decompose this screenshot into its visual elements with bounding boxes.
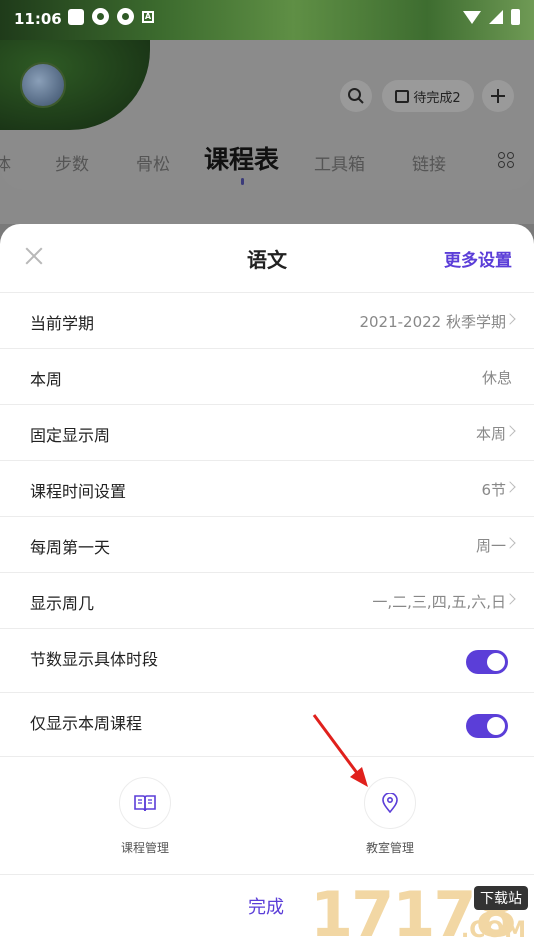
- system-icons: [463, 9, 520, 25]
- battery-icon: [511, 9, 520, 25]
- signal-icon: [489, 10, 503, 24]
- chevron-right-icon: [504, 593, 516, 605]
- add-button[interactable]: [482, 80, 514, 112]
- row-label: 当前学期: [30, 314, 95, 333]
- tab-body[interactable]: 体: [0, 150, 11, 175]
- course-manage-button[interactable]: 课程管理: [85, 777, 205, 856]
- row-label: 节数显示具体时段: [30, 650, 159, 669]
- tab-steps[interactable]: 步数: [55, 150, 89, 175]
- row-current-term[interactable]: 当前学期 2021-2022 秋季学期: [0, 292, 534, 348]
- chevron-right-icon: [504, 537, 516, 549]
- row-value: 6节: [481, 481, 506, 499]
- tab-bar: 体 步数 骨松 课程表 工具箱 链接: [0, 138, 534, 185]
- notification-icons: A: [68, 8, 154, 25]
- row-value: 周一: [475, 537, 506, 555]
- chevron-right-icon: [504, 313, 516, 325]
- tab-bone[interactable]: 骨松: [136, 150, 170, 175]
- row-value: 2021-2022 秋季学期: [359, 313, 506, 331]
- todo-label: 待完成2: [413, 90, 461, 106]
- action-label: 课程管理: [120, 841, 169, 855]
- row-value: 一,二,三,四,五,六,日: [372, 593, 506, 611]
- row-fixed-week[interactable]: 固定显示周 本周: [0, 404, 534, 460]
- tab-grid-icon[interactable]: [498, 152, 514, 168]
- more-settings-link[interactable]: 更多设置: [444, 246, 512, 271]
- row-only-this-week: 仅显示本周课程: [0, 692, 534, 756]
- chevron-right-icon: [504, 481, 516, 493]
- action-bar: 课程管理 教室管理: [0, 756, 534, 874]
- watermark-suffix: .COM: [460, 918, 526, 943]
- plus-icon: [491, 89, 505, 103]
- row-show-days[interactable]: 显示周几 一,二,三,四,五,六,日: [0, 572, 534, 628]
- tab-links[interactable]: 链接: [412, 150, 446, 175]
- calendar-check-icon: [395, 89, 410, 103]
- row-value: 本周: [475, 425, 506, 443]
- keyboard-indicator-icon: A: [142, 10, 154, 23]
- avatar[interactable]: [20, 62, 66, 108]
- search-button[interactable]: [340, 80, 372, 112]
- settings-sheet: 语文 更多设置 当前学期 2021-2022 秋季学期 本周 休息 固定显示周 …: [0, 224, 534, 950]
- notification-aperture-icon-2: [117, 8, 134, 25]
- row-label: 本周: [30, 370, 63, 389]
- row-this-week: 本周 休息: [0, 348, 534, 404]
- action-label: 教室管理: [365, 841, 414, 855]
- sheet-header: 语文 更多设置: [0, 224, 534, 292]
- active-tab-indicator: [241, 178, 244, 185]
- row-class-time[interactable]: 课程时间设置 6节: [0, 460, 534, 516]
- period-times-toggle[interactable]: [466, 650, 508, 674]
- todo-button[interactable]: 待完成2: [382, 80, 474, 112]
- chevron-right-icon: [504, 425, 516, 437]
- row-label: 课程时间设置: [30, 482, 127, 501]
- done-button[interactable]: 完成: [248, 893, 284, 919]
- row-show-period-times: 节数显示具体时段: [0, 628, 534, 692]
- row-first-day[interactable]: 每周第一天 周一: [0, 516, 534, 572]
- row-value: 休息: [481, 369, 512, 387]
- row-label: 每周第一天: [30, 538, 111, 557]
- location-pin-icon: [382, 793, 398, 813]
- tab-toolbox[interactable]: 工具箱: [314, 150, 365, 175]
- watermark-logo: 17178 下载站 .COM: [310, 878, 534, 950]
- only-this-week-toggle[interactable]: [466, 714, 508, 738]
- tab-schedule[interactable]: 课程表: [204, 140, 279, 176]
- annotation-arrow-icon: [312, 714, 368, 787]
- book-icon: [134, 795, 156, 812]
- search-icon: [348, 88, 364, 104]
- notification-aperture-icon: [92, 8, 109, 25]
- row-label: 固定显示周: [30, 426, 111, 445]
- settings-list: 当前学期 2021-2022 秋季学期 本周 休息 固定显示周 本周 课程时间设…: [0, 292, 534, 756]
- row-label: 显示周几: [30, 594, 95, 613]
- status-time: 11:06: [14, 10, 62, 28]
- status-bar: 11:06 A: [0, 0, 534, 40]
- wifi-icon: [463, 10, 481, 24]
- notification-square-icon: [68, 8, 84, 25]
- row-label: 仅显示本周课程: [30, 714, 143, 733]
- watermark-tag: 下载站: [474, 886, 528, 910]
